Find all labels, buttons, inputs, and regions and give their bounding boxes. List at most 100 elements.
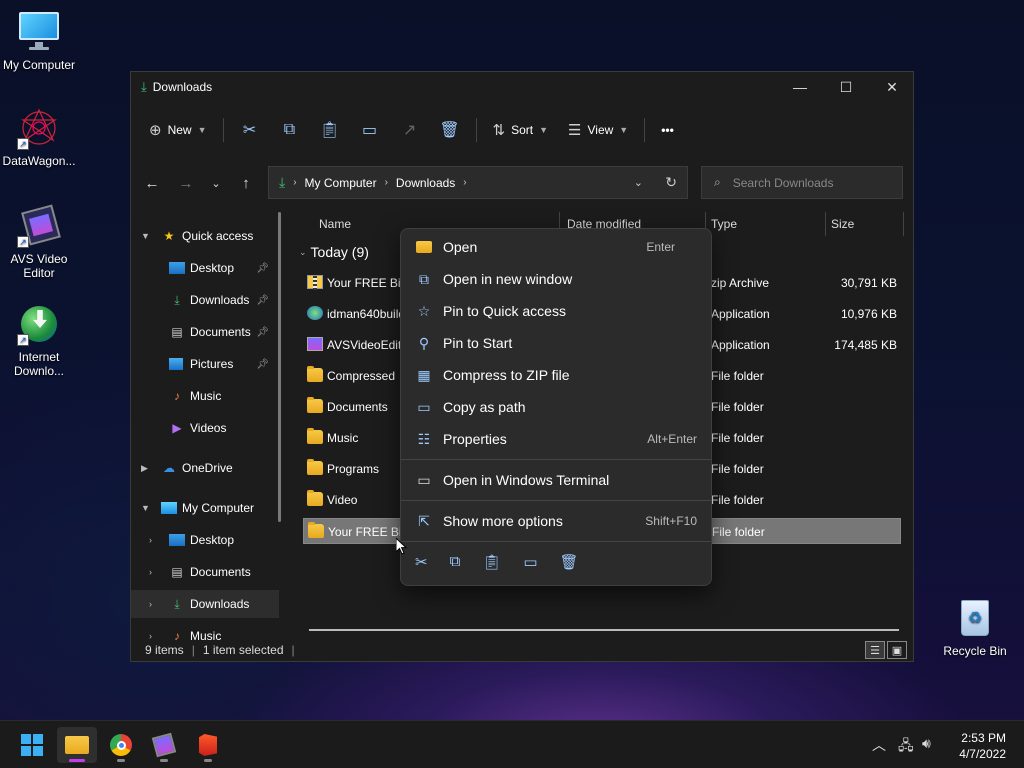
desktop-icon-label: My Computer	[2, 58, 76, 72]
breadcrumb-separator-icon: ›	[463, 177, 467, 188]
menu-item-pin-quick-access[interactable]: ☆ Pin to Quick access	[405, 296, 709, 326]
cloud-icon: ☁	[163, 461, 175, 475]
show-hidden-icons-chevron-icon[interactable]: ︿	[872, 735, 886, 755]
taskbar-chrome[interactable]	[101, 727, 141, 763]
column-size[interactable]: Size	[831, 217, 854, 231]
chevron-right-icon: ›	[149, 535, 152, 545]
taskbar-file-explorer[interactable]	[57, 727, 97, 763]
share-button[interactable]: ↗	[390, 114, 430, 146]
nav-quick-desktop[interactable]: Desktop 📌︎	[131, 254, 279, 282]
recent-locations-button[interactable]: ⌄	[201, 166, 231, 200]
mouse-cursor-icon	[396, 538, 408, 555]
view-button[interactable]: ☰ View ▼	[558, 114, 638, 146]
taskbar-avs-video-editor[interactable]	[144, 727, 184, 763]
clock-time: 2:53 PM	[961, 731, 1006, 745]
desktop-icon-internet-download[interactable]: ↗ Internet Downlo...	[0, 302, 78, 378]
nav-quick-pictures[interactable]: Pictures 📌︎	[131, 350, 279, 378]
column-type[interactable]: Type	[711, 217, 737, 231]
address-row: ← → ⌄ ↑ ⤓ › My Computer › Downloads › ⌄ …	[131, 166, 913, 200]
horizontal-scrollbar[interactable]	[309, 629, 899, 631]
menu-item-open-new-window[interactable]: ⧉ Open in new window	[405, 264, 709, 294]
nav-quick-videos[interactable]: ▶ Videos	[131, 414, 279, 442]
menu-item-compress-zip[interactable]: ▦ Compress to ZIP file	[405, 360, 709, 390]
command-bar: ⊕ New ▼ ✂ ⧉ 📋︎ ▭ ↗ 🗑︎ ⇅ Sort ▼ ☰ View ▼ …	[131, 108, 913, 152]
column-name[interactable]: Name	[319, 217, 351, 231]
chevron-down-icon: ▼	[619, 125, 629, 135]
sort-button[interactable]: ⇅ Sort ▼	[483, 114, 559, 146]
nav-quick-downloads[interactable]: ⤓ Downloads 📌︎	[131, 286, 279, 314]
copy-icon: ⧉	[283, 121, 296, 138]
address-dropdown-icon[interactable]: ⌄	[634, 176, 643, 189]
menu-item-copy-as-path[interactable]: ▭ Copy as path	[405, 392, 709, 422]
address-bar[interactable]: ⤓ › My Computer › Downloads › ⌄ ↻	[268, 166, 688, 199]
refresh-icon[interactable]: ↻	[665, 174, 677, 191]
maximize-button[interactable]: ☐	[823, 72, 869, 102]
nav-scrollbar[interactable]	[278, 212, 281, 522]
cut-button[interactable]: ✂	[230, 114, 270, 146]
copy-button[interactable]: ⧉	[270, 114, 310, 146]
app-icon	[307, 337, 323, 351]
search-box[interactable]: ⌕ Search Downloads	[701, 166, 903, 199]
back-button[interactable]: ←	[137, 166, 167, 200]
desktop-icon-datawagon[interactable]: ↗ DataWagon...	[0, 106, 78, 168]
nav-pc-downloads[interactable]: › ⤓ Downloads	[131, 590, 279, 618]
forward-button[interactable]: →	[171, 166, 201, 200]
nav-pc-documents[interactable]: › ▤ Documents	[131, 558, 279, 586]
nav-quick-music[interactable]: ♪ Music	[131, 382, 279, 410]
globe-download-icon: ↗	[17, 302, 61, 346]
more-options-button[interactable]: •••	[651, 114, 684, 146]
volume-icon[interactable]: 🔊︎	[922, 735, 931, 752]
breadcrumb-downloads[interactable]: Downloads	[396, 176, 455, 190]
context-quick-actions: ✂ ⧉ 📋︎ ▭ 🗑︎	[415, 553, 579, 571]
minimize-button[interactable]: —	[777, 72, 823, 102]
menu-item-show-more-options[interactable]: ⇱ Show more options Shift+F10	[405, 506, 709, 536]
breadcrumb-my-computer[interactable]: My Computer	[305, 176, 377, 190]
network-icon[interactable]: 🖧︎	[898, 735, 914, 759]
nav-quick-access[interactable]: ▼ ★ Quick access	[131, 222, 279, 250]
desktop-icon-label: DataWagon...	[2, 154, 76, 168]
arrow-up-icon: ↑	[242, 174, 250, 192]
nav-onedrive[interactable]: ▶ ☁ OneDrive	[131, 454, 279, 482]
taskbar-office[interactable]	[188, 727, 228, 763]
rename-button[interactable]: ▭	[350, 114, 390, 146]
nav-my-computer[interactable]: ▼ My Computer	[131, 494, 279, 522]
menu-item-open-terminal[interactable]: ▭ Open in Windows Terminal	[405, 465, 709, 495]
desktop-icon-recycle-bin[interactable]: ♻ Recycle Bin	[936, 596, 1014, 658]
copy-icon[interactable]: ⧉	[450, 553, 461, 571]
clock[interactable]: 2:53 PM 4/7/2022	[959, 730, 1006, 762]
delete-button[interactable]: 🗑︎	[430, 114, 470, 146]
folder-icon	[65, 736, 89, 754]
menu-item-pin-start[interactable]: ⚲ Pin to Start	[405, 328, 709, 358]
start-button[interactable]	[12, 727, 52, 763]
film-icon: ↗	[17, 204, 61, 248]
view-switcher: ☰ ▣	[865, 641, 907, 659]
rename-icon[interactable]: ▭	[523, 553, 537, 571]
nav-quick-documents[interactable]: ▤ Documents 📌︎	[131, 318, 279, 346]
arrow-right-icon: →	[178, 174, 194, 192]
group-header-today[interactable]: ⌄ Today (9)	[299, 244, 369, 260]
nav-pc-desktop[interactable]: › Desktop	[131, 526, 279, 554]
close-button[interactable]: ✕	[869, 72, 915, 102]
details-view-button[interactable]: ☰	[865, 641, 885, 659]
downloads-icon: ⤓	[174, 292, 180, 307]
menu-item-open[interactable]: Open Enter	[405, 232, 709, 262]
chevron-down-icon: ⌄	[299, 246, 307, 257]
desktop-icon-avs-video-editor[interactable]: ↗ AVS Video Editor	[0, 204, 78, 280]
cut-icon[interactable]: ✂	[415, 553, 428, 571]
sort-icon: ⇅	[492, 122, 506, 139]
paste-button[interactable]: 📋︎	[310, 114, 350, 146]
star-icon: ★	[163, 229, 175, 243]
zip-folder-icon: ▦	[417, 366, 431, 383]
app-icon	[307, 306, 323, 320]
delete-icon[interactable]: 🗑︎	[560, 553, 579, 571]
paste-icon[interactable]: 📋︎	[482, 553, 501, 571]
nav-pc-music[interactable]: › ♪ Music	[131, 622, 279, 640]
downloads-icon: ⤓	[174, 596, 180, 611]
desktop-icon-my-computer[interactable]: My Computer	[0, 10, 78, 72]
menu-item-properties[interactable]: ☷ Properties Alt+Enter	[405, 424, 709, 454]
up-button[interactable]: ↑	[231, 166, 261, 200]
folder-icon	[307, 397, 323, 413]
new-button[interactable]: ⊕ New ▼	[143, 114, 217, 146]
tiles-view-button[interactable]: ▣	[887, 641, 907, 659]
music-icon: ♪	[174, 629, 180, 640]
